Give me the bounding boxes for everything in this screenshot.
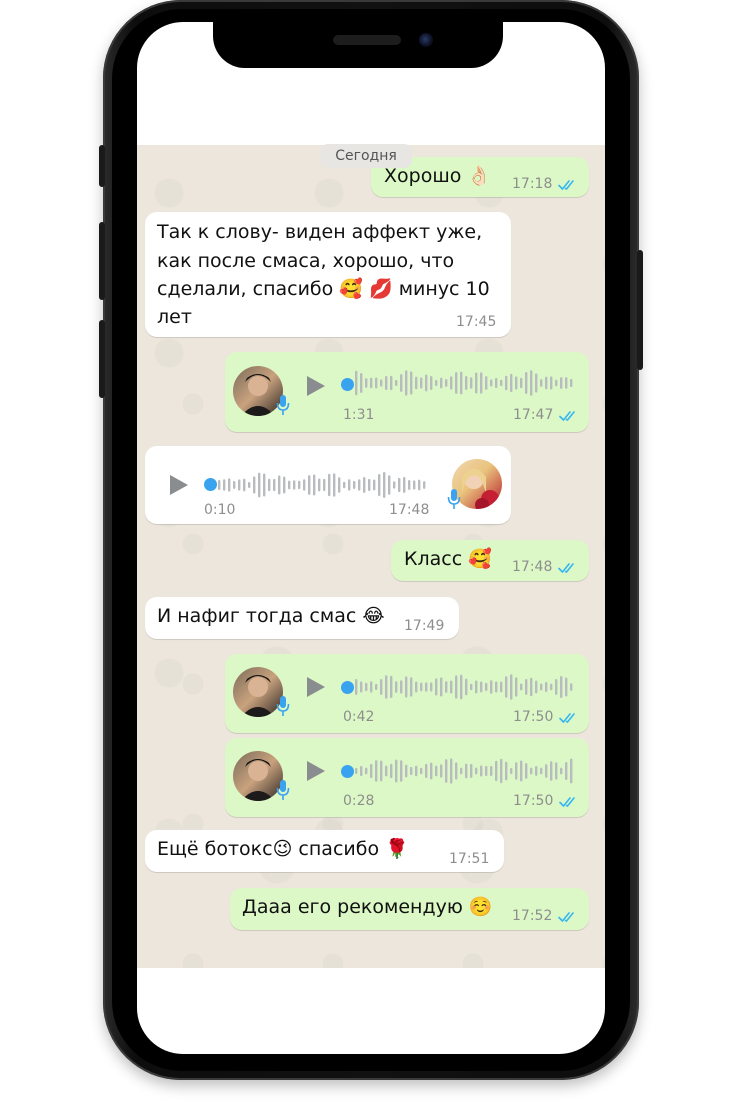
message-time: 17:47 [513,407,554,423]
playback-position-dot[interactable] [341,681,354,694]
message-text: Дааа его рекомендую ☺️ [242,896,493,918]
waveform[interactable] [341,368,577,398]
play-icon[interactable] [307,761,325,781]
playback-position-dot[interactable] [341,765,354,778]
play-icon[interactable] [307,677,325,697]
voice-duration: 0:28 [343,793,375,809]
waveform[interactable] [204,470,430,500]
double-check-icon [558,179,578,191]
incoming-message[interactable]: Ещё ботокс😉 спасибо 🌹 17:51 [145,830,504,872]
double-check-icon [559,796,579,808]
message-text: Ещё ботокс😉 спасибо 🌹 [157,838,409,860]
message-time: 17:50 [513,793,554,809]
waveform[interactable] [341,756,577,786]
microphone-icon [447,488,461,510]
outgoing-message[interactable]: Дааа его рекомендую ☺️ 17:52 [230,888,589,930]
incoming-message[interactable]: И нафиг тогда смас 😂 17:49 [145,597,459,639]
double-check-icon [559,712,579,724]
message-time: 17:45 [456,314,497,330]
outgoing-voice-message[interactable]: 0:28 17:50 [225,738,589,817]
message-time: 17:48 [512,559,553,575]
outgoing-voice-message[interactable]: 1:31 17:47 [225,352,589,432]
microphone-icon [276,779,290,801]
message-line: как после смаса, хорошо, что [157,250,455,272]
incoming-voice-message[interactable]: 0:10 17:48 [145,446,511,524]
message-time: 17:18 [512,176,553,192]
message-time: 17:50 [513,709,554,725]
front-camera [419,33,433,47]
message-line: Так к слову- виден аффект уже, [157,221,483,243]
double-check-icon [558,911,578,923]
play-icon[interactable] [307,376,325,396]
double-check-icon [558,562,578,574]
notch [213,18,503,68]
message-line: лет [157,306,192,328]
message-time: 17:52 [512,908,553,924]
waveform[interactable] [341,672,577,702]
voice-duration: 0:42 [343,709,375,725]
date-divider: Сегодня [320,144,412,168]
double-check-icon [559,410,579,422]
voice-duration: 0:10 [204,502,236,518]
incoming-message[interactable]: Так к слову- виден аффект уже, как после… [145,212,511,337]
microphone-icon [276,695,290,717]
playback-position-dot[interactable] [341,378,354,391]
message-time: 17:48 [389,502,430,518]
earpiece [333,35,401,45]
outgoing-message[interactable]: Класс 🥰 17:48 [391,540,589,581]
outgoing-voice-message[interactable]: 0:42 17:50 [225,654,589,733]
volume-down-button [99,320,105,398]
microphone-icon [276,394,290,416]
message-line: сделали, спасибо 🥰 💋 минус 10 [157,278,490,300]
playback-position-dot[interactable] [204,478,217,491]
message-time: 17:51 [449,851,490,867]
message-text: Класс 🥰 [404,548,492,570]
mute-switch [99,145,105,187]
play-icon[interactable] [170,475,188,495]
power-button [637,250,643,370]
message-text: И нафиг тогда смас 😂 [157,605,385,627]
message-time: 17:49 [404,618,445,634]
volume-up-button [99,222,105,300]
voice-duration: 1:31 [343,407,375,423]
